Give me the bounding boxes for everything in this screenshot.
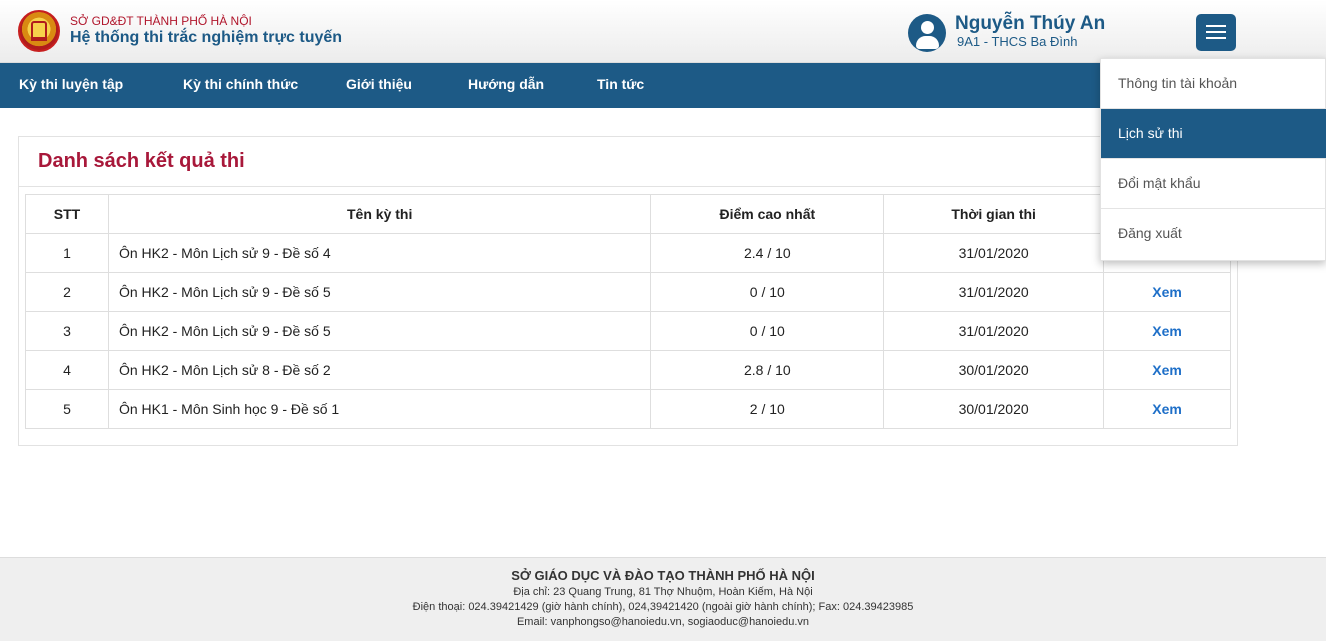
- nav-practice-exams[interactable]: Kỳ thi luyện tập: [19, 76, 123, 92]
- footer-email: Email: vanphongso@hanoiedu.vn, sogiaoduc…: [516, 616, 810, 628]
- cell-stt: 3: [25, 311, 109, 351]
- hanoi-education-logo[interactable]: [18, 10, 60, 52]
- footer-address: Địa chỉ: 23 Quang Trung, 81 Thợ Nhuộm, H…: [513, 586, 813, 598]
- view-link[interactable]: Xem: [1103, 272, 1231, 312]
- hamburger-icon-line: [1206, 31, 1226, 33]
- hamburger-icon-line: [1206, 37, 1226, 39]
- results-table: STT Tên kỳ thi Điểm cao nhất Thời gian t…: [25, 194, 1231, 429]
- nav-news[interactable]: Tin tức: [597, 76, 644, 92]
- hamburger-menu-button[interactable]: [1196, 14, 1236, 51]
- footer: SỞ GIÁO DỤC VÀ ĐÀO TẠO THÀNH PHỐ HÀ NỘI …: [0, 557, 1326, 641]
- col-header-best-score: Điểm cao nhất: [650, 194, 885, 234]
- cell-stt: 4: [25, 350, 109, 390]
- cell-exam-name: Ôn HK2 - Môn Lịch sử 8 - Đề số 2: [107, 350, 652, 390]
- cell-date: 31/01/2020: [883, 233, 1105, 273]
- cell-stt: 1: [25, 233, 109, 273]
- panel-divider: [18, 186, 1238, 187]
- cell-exam-name: Ôn HK2 - Môn Lịch sử 9 - Đề số 5: [107, 311, 652, 351]
- cell-score: 2 / 10: [650, 389, 885, 429]
- cell-date: 30/01/2020: [883, 389, 1105, 429]
- view-link[interactable]: Xem: [1103, 350, 1231, 390]
- footer-phone: Điện thoại: 024.39421429 (giờ hành chính…: [412, 601, 914, 613]
- table-row: 3 Ôn HK2 - Môn Lịch sử 9 - Đề số 5 0 / 1…: [25, 311, 1231, 351]
- menu-item-logout[interactable]: Đăng xuất: [1101, 209, 1326, 259]
- table-row: 2 Ôn HK2 - Môn Lịch sử 9 - Đề số 5 0 / 1…: [25, 272, 1231, 312]
- account-dropdown-menu: Thông tin tài khoản Lịch sử thi Đổi mật …: [1100, 58, 1326, 261]
- nav-official-exams[interactable]: Kỳ thi chính thức: [183, 76, 298, 92]
- system-name[interactable]: Hệ thống thi trắc nghiệm trực tuyến: [70, 29, 342, 47]
- results-title: Danh sách kết quả thi: [38, 150, 245, 172]
- view-link[interactable]: Xem: [1103, 311, 1231, 351]
- table-header-row: STT Tên kỳ thi Điểm cao nhất Thời gian t…: [25, 194, 1231, 234]
- user-avatar-icon[interactable]: [908, 14, 946, 52]
- cell-score: 2.4 / 10: [650, 233, 885, 273]
- table-row: 4 Ôn HK2 - Môn Lịch sử 8 - Đề số 2 2.8 /…: [25, 350, 1231, 390]
- hamburger-icon: [1206, 25, 1226, 27]
- footer-title: SỞ GIÁO DỤC VÀ ĐÀO TẠO THÀNH PHỐ HÀ NỘI: [511, 568, 815, 583]
- cell-stt: 2: [25, 272, 109, 312]
- cell-score: 0 / 10: [650, 311, 885, 351]
- menu-item-exam-history[interactable]: Lịch sử thi: [1101, 109, 1326, 159]
- table-row: 5 Ôn HK1 - Môn Sinh học 9 - Đề số 1 2 / …: [25, 389, 1231, 429]
- menu-item-account-info[interactable]: Thông tin tài khoản: [1101, 59, 1326, 109]
- table-row: 1 Ôn HK2 - Môn Lịch sử 9 - Đề số 4 2.4 /…: [25, 233, 1231, 273]
- cell-stt: 5: [25, 389, 109, 429]
- cell-exam-name: Ôn HK2 - Môn Lịch sử 9 - Đề số 4: [107, 233, 652, 273]
- org-name: SỞ GD&ĐT THÀNH PHỐ HÀ NỘI: [70, 14, 252, 28]
- col-header-exam-name: Tên kỳ thi: [107, 194, 652, 234]
- cell-date: 31/01/2020: [883, 272, 1105, 312]
- cell-score: 0 / 10: [650, 272, 885, 312]
- view-link[interactable]: Xem: [1103, 389, 1231, 429]
- nav-guide[interactable]: Hướng dẫn: [468, 76, 544, 92]
- col-header-exam-date: Thời gian thi: [883, 194, 1105, 234]
- header: SỞ GD&ĐT THÀNH PHỐ HÀ NỘI Hệ thống thi t…: [0, 0, 1326, 63]
- cell-date: 30/01/2020: [883, 350, 1105, 390]
- cell-exam-name: Ôn HK2 - Môn Lịch sử 9 - Đề số 5: [107, 272, 652, 312]
- cell-score: 2.8 / 10: [650, 350, 885, 390]
- nav-about[interactable]: Giới thiệu: [346, 76, 412, 92]
- cell-exam-name: Ôn HK1 - Môn Sinh học 9 - Đề số 1: [107, 389, 652, 429]
- user-class: 9A1 - THCS Ba Đình: [957, 34, 1078, 49]
- user-name[interactable]: Nguyễn Thúy An: [955, 13, 1105, 35]
- menu-item-change-password[interactable]: Đổi mật khẩu: [1101, 159, 1326, 209]
- col-header-stt: STT: [25, 194, 109, 234]
- cell-date: 31/01/2020: [883, 311, 1105, 351]
